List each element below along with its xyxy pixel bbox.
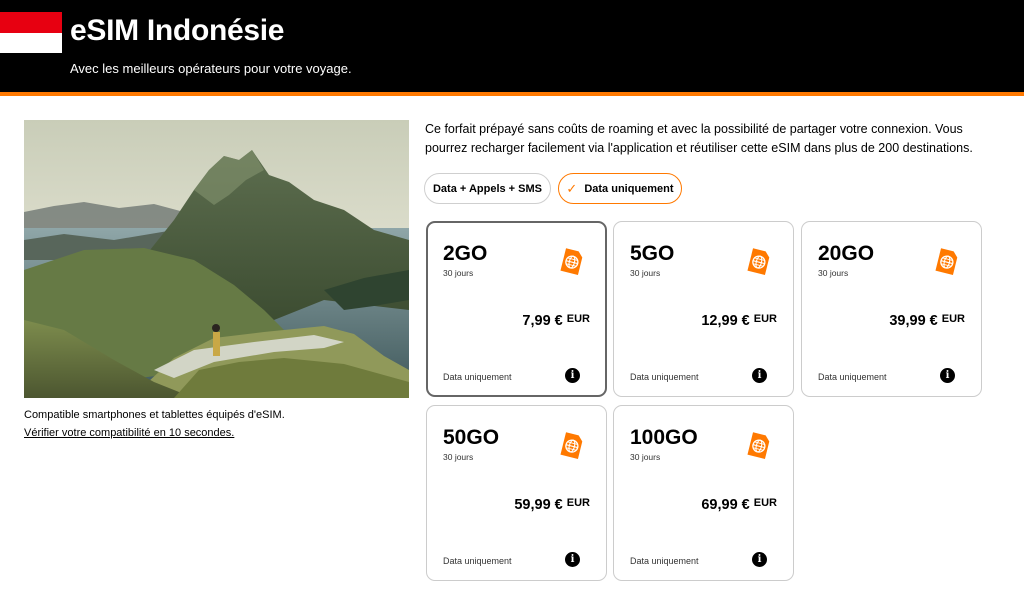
plan-card-2go[interactable]: 2GO 30 jours 7,99 € EUR Data uniquement …	[426, 221, 607, 397]
plan-type: Data uniquement	[630, 372, 699, 382]
globe-sim-icon	[935, 248, 958, 275]
page-subtitle: Avec les meilleurs opérateurs pour votre…	[70, 61, 352, 76]
plan-price: 7,99 € EUR	[522, 313, 590, 329]
plan-type: Data uniquement	[443, 372, 512, 382]
compatibility-text: Compatible smartphones et tablettes équi…	[24, 409, 285, 421]
info-icon[interactable]: i	[752, 368, 767, 383]
filter-data-only[interactable]: ✓ Data uniquement	[558, 173, 682, 204]
plan-size: 2GO	[443, 242, 488, 265]
info-icon[interactable]: i	[565, 368, 580, 383]
plan-card-100go[interactable]: 100GO 30 jours 69,99 € EUR Data uniqueme…	[613, 405, 794, 581]
plan-size: 20GO	[818, 242, 875, 265]
plan-price: 69,99 € EUR	[701, 497, 777, 513]
globe-sim-icon	[747, 248, 770, 275]
indonesia-flag-icon	[0, 12, 62, 53]
plan-price: 12,99 € EUR	[701, 313, 777, 329]
plan-size: 5GO	[630, 242, 675, 265]
page-title: eSIM Indonésie	[70, 14, 285, 47]
plan-type: Data uniquement	[443, 556, 512, 566]
plan-duration: 30 jours	[443, 268, 474, 278]
plan-duration: 30 jours	[818, 268, 849, 278]
info-icon[interactable]: i	[752, 552, 767, 567]
plan-card-5go[interactable]: 5GO 30 jours 12,99 € EUR Data uniquement…	[613, 221, 794, 397]
plan-price: 59,99 € EUR	[514, 497, 590, 513]
info-icon[interactable]: i	[940, 368, 955, 383]
plan-size: 50GO	[443, 426, 500, 449]
plan-duration: 30 jours	[630, 268, 661, 278]
plan-type: Data uniquement	[818, 372, 887, 382]
plan-size: 100GO	[630, 426, 698, 449]
globe-sim-icon	[560, 432, 583, 459]
plan-description: Ce forfait prépayé sans coûts de roaming…	[425, 122, 973, 155]
plan-duration: 30 jours	[443, 452, 474, 462]
plan-duration: 30 jours	[630, 452, 661, 462]
plan-card-20go[interactable]: 20GO 30 jours 39,99 € EUR Data uniquemen…	[801, 221, 982, 397]
filter-data-calls-sms[interactable]: Data + Appels + SMS	[424, 173, 551, 204]
plan-type: Data uniquement	[630, 556, 699, 566]
compatibility-check-link[interactable]: Vérifier votre compatibilité en 10 secon…	[24, 427, 234, 439]
hero-landscape-image	[24, 120, 409, 398]
plan-price: 39,99 € EUR	[889, 313, 965, 329]
globe-sim-icon	[560, 248, 583, 275]
filter-label: Data + Appels + SMS	[432, 182, 543, 195]
globe-sim-icon	[747, 432, 770, 459]
info-icon[interactable]: i	[565, 552, 580, 567]
page-header: eSIM Indonésie Avec les meilleurs opérat…	[0, 0, 1024, 92]
plan-card-50go[interactable]: 50GO 30 jours 59,99 € EUR Data uniquemen…	[426, 405, 607, 581]
filter-label: Data uniquement	[584, 182, 674, 195]
checkmark-icon: ✓	[566, 180, 578, 196]
header-accent-stripe	[0, 92, 1024, 96]
